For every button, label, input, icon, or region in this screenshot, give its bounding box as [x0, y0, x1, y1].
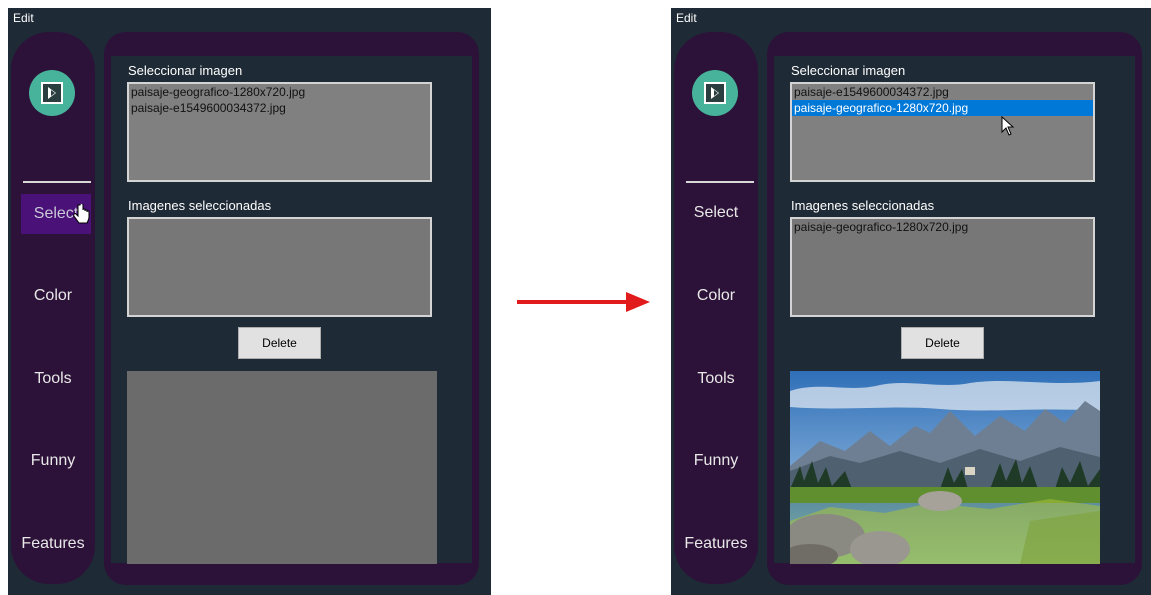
right-arrow-icon: [517, 300, 627, 304]
arrow-cursor-icon: [1001, 116, 1015, 136]
selected-images-label: Imagenes seleccionadas: [791, 198, 935, 213]
app-logo-icon: [692, 70, 738, 116]
hand-cursor-icon: [73, 204, 90, 224]
nav-features[interactable]: Features: [11, 535, 95, 553]
selected-images-label: Imagenes seleccionadas: [128, 198, 272, 213]
list-item[interactable]: paisaje-geografico-1280x720.jpg: [129, 84, 430, 100]
content-area: Seleccionar imagen paisaje-e154960003437…: [774, 56, 1135, 564]
nav-select[interactable]: Select: [674, 204, 758, 222]
delete-button[interactable]: Delete: [238, 327, 321, 359]
image-preview: [790, 371, 1100, 564]
sidebar-divider: [23, 181, 91, 183]
select-image-label: Seleccionar imagen: [128, 63, 243, 78]
nav-color[interactable]: Color: [11, 287, 95, 305]
after-window: Edit Select Color Tools Funny Features S…: [671, 8, 1151, 595]
sidebar: Select Color Tools Funny Features: [674, 32, 758, 584]
nav-tools[interactable]: Tools: [674, 370, 758, 388]
main-panel: Seleccionar imagen paisaje-e154960003437…: [767, 32, 1142, 585]
sidebar-divider: [686, 181, 754, 183]
app-logo-icon: [29, 70, 75, 116]
image-listbox[interactable]: paisaje-geografico-1280x720.jpg paisaje-…: [127, 82, 432, 182]
nav-features[interactable]: Features: [674, 535, 758, 553]
content-area: Seleccionar imagen paisaje-geografico-12…: [111, 56, 472, 564]
landscape-image: [790, 371, 1100, 564]
list-item-highlighted[interactable]: paisaje-geografico-1280x720.jpg: [792, 100, 1093, 116]
image-listbox[interactable]: paisaje-e1549600034372.jpg paisaje-geogr…: [790, 82, 1095, 182]
nav-tools[interactable]: Tools: [11, 370, 95, 388]
main-panel: Seleccionar imagen paisaje-geografico-12…: [104, 32, 479, 585]
before-window: Edit Select Color Tools Funny Features S…: [8, 8, 491, 595]
menu-edit[interactable]: Edit: [676, 11, 697, 25]
image-preview: [127, 371, 437, 564]
selected-images-listbox[interactable]: paisaje-geografico-1280x720.jpg: [790, 217, 1095, 317]
list-item[interactable]: paisaje-e1549600034372.jpg: [129, 100, 430, 116]
menu-edit[interactable]: Edit: [13, 11, 34, 25]
selected-images-listbox[interactable]: [127, 217, 432, 317]
nav-funny[interactable]: Funny: [674, 452, 758, 470]
select-image-label: Seleccionar imagen: [791, 63, 906, 78]
nav-funny[interactable]: Funny: [11, 452, 95, 470]
nav-color[interactable]: Color: [674, 287, 758, 305]
list-item[interactable]: paisaje-e1549600034372.jpg: [792, 84, 1093, 100]
right-arrow-head: [626, 292, 650, 312]
delete-button[interactable]: Delete: [901, 327, 984, 359]
list-item[interactable]: paisaje-geografico-1280x720.jpg: [792, 219, 1093, 235]
sidebar: Select Color Tools Funny Features: [11, 32, 95, 584]
